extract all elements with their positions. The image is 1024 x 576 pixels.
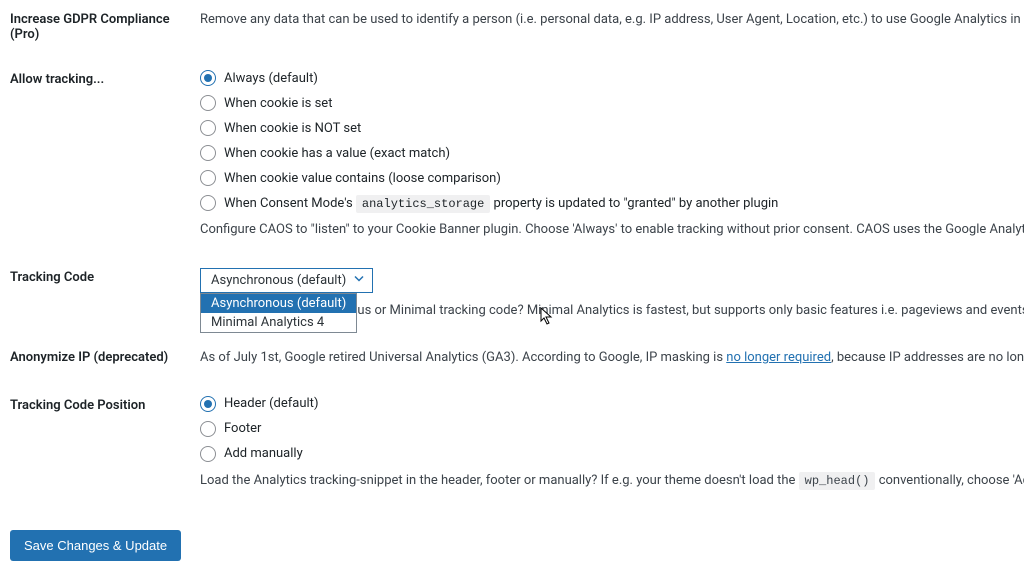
radio-label: When cookie has a value (exact match) — [224, 146, 450, 161]
anonymize-link[interactable]: no longer required — [726, 350, 831, 365]
position-option-manual[interactable]: Add manually — [200, 446, 1024, 462]
radio-icon — [200, 145, 216, 161]
allow-tracking-label: Allow tracking... — [10, 70, 200, 87]
gdpr-label: Increase GDPR Compliance (Pro) — [10, 10, 200, 42]
tracking-option-always[interactable]: Always (default) — [200, 70, 1024, 86]
anonymize-ip-help: As of July 1st, Google retired Universal… — [200, 348, 1024, 368]
radio-icon — [200, 195, 216, 211]
dropdown-option-async[interactable]: Asynchronous (default) — [201, 294, 356, 313]
radio-label: When Consent Mode's analytics_storage pr… — [224, 196, 778, 211]
position-option-footer[interactable]: Footer — [200, 421, 1024, 437]
tracking-option-consent-mode[interactable]: When Consent Mode's analytics_storage pr… — [200, 195, 1024, 211]
radio-label: When cookie value contains (loose compar… — [224, 171, 501, 186]
tracking-code-dropdown: Asynchronous (default) Minimal Analytics… — [200, 293, 357, 333]
position-option-header[interactable]: Header (default) — [200, 396, 1024, 412]
anonymize-ip-label: Anonymize IP (deprecated) — [10, 348, 200, 365]
dropdown-option-minimal[interactable]: Minimal Analytics 4 — [201, 313, 356, 332]
tracking-code-select[interactable]: Asynchronous (default) — [200, 268, 373, 293]
radio-icon — [200, 396, 216, 412]
gdpr-description: Remove any data that can be used to iden… — [200, 10, 1024, 30]
chevron-down-icon — [354, 273, 364, 288]
radio-icon — [200, 120, 216, 136]
radio-label: When cookie is NOT set — [224, 121, 361, 136]
tracking-option-cookie-not-set[interactable]: When cookie is NOT set — [200, 120, 1024, 136]
tracking-code-label: Tracking Code — [10, 268, 200, 285]
radio-icon — [200, 421, 216, 437]
radio-icon — [200, 170, 216, 186]
radio-icon — [200, 70, 216, 86]
tracking-help: Configure CAOS to "listen" to your Cooki… — [200, 220, 1024, 240]
radio-label: Always (default) — [224, 71, 318, 86]
radio-label: When cookie is set — [224, 96, 332, 111]
tracking-option-cookie-set[interactable]: When cookie is set — [200, 95, 1024, 111]
radio-icon — [200, 446, 216, 462]
radio-label: Add manually — [224, 446, 303, 461]
position-help: Load the Analytics tracking-snippet in t… — [200, 471, 1024, 491]
radio-label: Footer — [224, 421, 261, 436]
tracking-option-cookie-contains[interactable]: When cookie value contains (loose compar… — [200, 170, 1024, 186]
radio-icon — [200, 95, 216, 111]
save-button[interactable]: Save Changes & Update — [10, 530, 181, 561]
code-position-label: Tracking Code Position — [10, 396, 200, 413]
tracking-option-cookie-value[interactable]: When cookie has a value (exact match) — [200, 145, 1024, 161]
radio-label: Header (default) — [224, 396, 318, 411]
